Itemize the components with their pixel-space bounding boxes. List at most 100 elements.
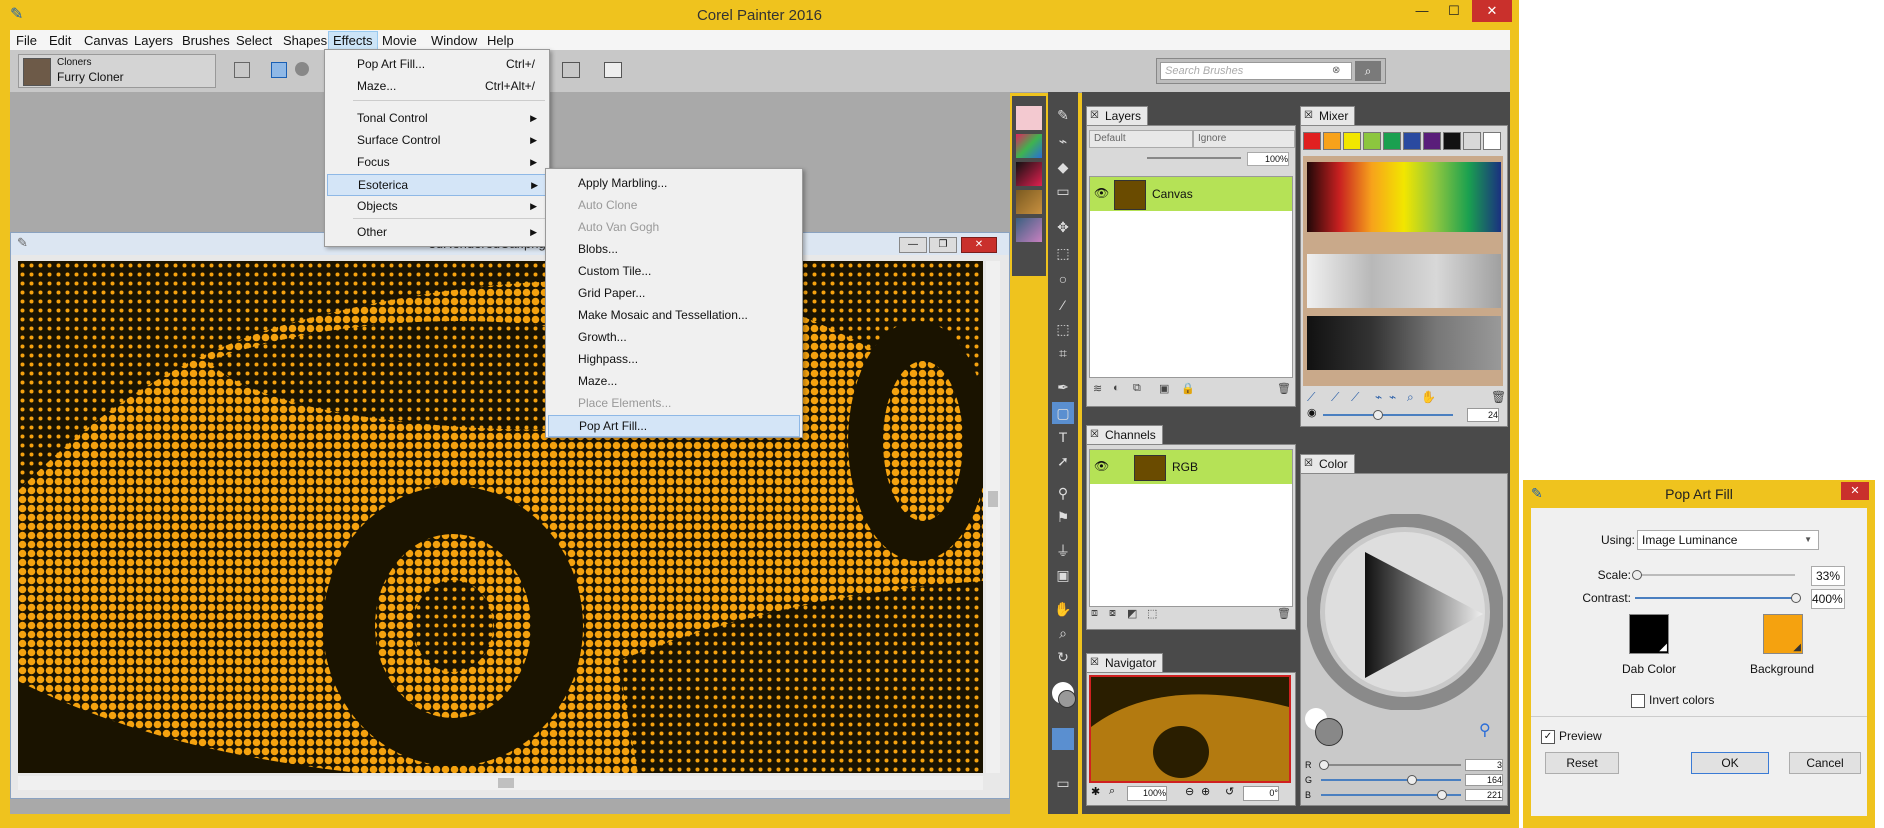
mixer-zoom-icon[interactable]: ⌕	[1407, 390, 1414, 405]
search-input[interactable]: Search Brushes	[1160, 62, 1352, 80]
layer-mask-icon[interactable]: ◐	[1113, 382, 1120, 394]
contrast-slider-handle[interactable]	[1791, 593, 1801, 603]
scale-slider-track[interactable]	[1635, 574, 1795, 576]
horizontal-scrollbar[interactable]	[18, 776, 983, 790]
clone-color-icon[interactable]	[1058, 690, 1076, 708]
color-tab[interactable]: ☒ Color	[1300, 454, 1355, 473]
color-swatch[interactable]	[1323, 132, 1341, 150]
ok-button[interactable]: OK	[1691, 752, 1769, 774]
search-icon[interactable]: ⌕	[1355, 61, 1381, 81]
esoterica-item-growth[interactable]: Growth...	[548, 327, 798, 347]
screen-mode-icon[interactable]: ▭	[1052, 772, 1074, 794]
navigator-close-icon[interactable]: ☒	[1090, 654, 1099, 672]
esoterica-item-pop-art-fill[interactable]: Pop Art Fill...	[548, 415, 800, 437]
transform-icon[interactable]: ⬚	[1052, 318, 1074, 340]
rectangle-tool-icon[interactable]: ▢	[1052, 402, 1074, 424]
channel-row-rgb[interactable]: 👁 RGB	[1090, 450, 1292, 484]
minimize-icon[interactable]: —	[1406, 0, 1438, 22]
clear-search-icon[interactable]: ⊗	[1332, 65, 1340, 76]
esoterica-item-make-mosaic-and-tessellation[interactable]: Make Mosaic and Tessellation...	[548, 305, 798, 325]
scale-slider-handle[interactable]	[1632, 570, 1642, 580]
contrast-value-field[interactable]: 400%	[1811, 589, 1845, 609]
red-slider[interactable]	[1321, 764, 1461, 766]
esoterica-item-grid-paper[interactable]: Grid Paper...	[548, 283, 798, 303]
scale-value-field[interactable]: 33%	[1811, 566, 1845, 586]
effects-item-esoterica[interactable]: Esoterica ▶	[327, 174, 547, 196]
cancel-button[interactable]: Cancel	[1789, 752, 1861, 774]
doc-close-icon[interactable]: ✕	[961, 237, 997, 253]
mixer-dirty-brush-icon[interactable]: ⟋	[1307, 390, 1315, 405]
text-tool-icon[interactable]: T	[1052, 426, 1074, 448]
close-icon[interactable]: ✕	[1472, 0, 1512, 22]
mixer-tab[interactable]: ☒ Mixer	[1300, 106, 1356, 125]
channels-close-icon[interactable]: ☒	[1090, 426, 1099, 444]
esoterica-item-highpass[interactable]: Highpass...	[548, 349, 798, 369]
effects-item-pop-art-fill[interactable]: Pop Art Fill... Ctrl+/	[327, 54, 545, 74]
menu-layers[interactable]: Layers	[130, 32, 177, 49]
menu-file[interactable]: File	[12, 32, 41, 49]
rect-select-icon[interactable]: ⬚	[1052, 242, 1074, 264]
color-swatch[interactable]	[1343, 132, 1361, 150]
channel-save-icon[interactable]: ⧇	[1109, 607, 1116, 620]
brush-tile-5-icon[interactable]	[1016, 218, 1042, 242]
mixer-pan-icon[interactable]: ✋	[1421, 390, 1436, 404]
brush-tile-2-icon[interactable]	[1016, 134, 1042, 158]
navigator-tab[interactable]: ☒ Navigator	[1086, 653, 1164, 672]
reset-button[interactable]: Reset	[1545, 752, 1619, 774]
esoterica-item-custom-tile[interactable]: Custom Tile...	[548, 261, 798, 281]
blue-slider-handle[interactable]	[1437, 790, 1447, 800]
effects-item-surface-control[interactable]: Surface Control ▶	[327, 130, 545, 150]
menu-help[interactable]: Help	[483, 32, 518, 49]
channel-invert-icon[interactable]: ◩	[1127, 607, 1137, 620]
brush-tile-4-icon[interactable]	[1016, 190, 1042, 214]
cloner-tool-icon[interactable]: ⚲	[1052, 482, 1074, 504]
mixer-sample-multiple-icon[interactable]: ⌁	[1389, 390, 1396, 404]
background-color-swatch[interactable]: ◢	[1763, 614, 1803, 654]
rubber-stamp-icon[interactable]: ⚑	[1052, 506, 1074, 528]
mixer-close-icon[interactable]: ☒	[1304, 107, 1313, 125]
layers-close-icon[interactable]: ☒	[1090, 107, 1099, 125]
preview-checkbox[interactable]: ✓	[1541, 730, 1555, 744]
brush-size-field[interactable]: 24	[1467, 408, 1499, 422]
doc-restore-icon[interactable]: ❐	[929, 237, 957, 253]
channels-tab[interactable]: ☒ Channels	[1086, 425, 1163, 444]
clone-color-stamp-icon[interactable]: ⚲	[1479, 720, 1491, 740]
layer-opacity-field[interactable]: 100%	[1247, 152, 1289, 166]
horizontal-scroll-thumb[interactable]	[498, 778, 514, 788]
effects-item-other[interactable]: Other ▶	[327, 222, 545, 242]
navigator-zoom-icon[interactable]: ⌕	[1109, 785, 1115, 798]
dialog-close-icon[interactable]: ✕	[1841, 482, 1869, 500]
divine-proportion-icon[interactable]: ▣	[1052, 564, 1074, 586]
green-slider[interactable]	[1321, 779, 1461, 781]
rectangle-shape-icon[interactable]	[271, 62, 287, 78]
menu-canvas[interactable]: Canvas	[80, 32, 132, 49]
layer-visibility-eye-icon[interactable]: 👁	[1094, 186, 1109, 200]
clone-source-icon[interactable]	[234, 62, 250, 78]
color-swatch[interactable]	[1463, 132, 1481, 150]
zoom-in-icon[interactable]: ⊕	[1201, 785, 1210, 798]
brush-tool-icon[interactable]: ✎	[1052, 104, 1074, 126]
layers-tab[interactable]: ☒ Layers	[1086, 106, 1149, 125]
channel-load-icon[interactable]: ⧈	[1091, 607, 1098, 620]
color-swatch[interactable]	[1383, 132, 1401, 150]
layer-adjuster-icon[interactable]: ✥	[1052, 216, 1074, 238]
crop-icon[interactable]: ⌗	[1052, 342, 1074, 364]
color-swatch[interactable]	[1403, 132, 1421, 150]
paint-bucket-icon[interactable]: ◆	[1052, 156, 1074, 178]
color-swatch[interactable]	[1423, 132, 1441, 150]
delete-channel-icon[interactable]: 🗑	[1277, 607, 1291, 620]
color-swatch[interactable]	[1443, 132, 1461, 150]
vertical-scrollbar[interactable]	[986, 261, 1000, 773]
menu-shapes[interactable]: Shapes	[279, 32, 331, 49]
menu-edit[interactable]: Edit	[45, 32, 75, 49]
color-swatch[interactable]	[1303, 132, 1321, 150]
menu-select[interactable]: Select	[232, 32, 276, 49]
delete-layer-icon[interactable]: 🗑	[1277, 382, 1291, 395]
brush-tile-1-icon[interactable]	[1016, 106, 1042, 130]
rotate-page-icon[interactable]: ↻	[1052, 646, 1074, 668]
dropper-tool-icon[interactable]: ⌁	[1052, 130, 1074, 152]
esoterica-item-apply-marbling[interactable]: Apply Marbling...	[548, 173, 798, 193]
red-value-field[interactable]: 3	[1465, 759, 1503, 771]
navigator-preview[interactable]	[1089, 675, 1291, 783]
layer-stack-icon[interactable]: ≋	[1093, 382, 1102, 395]
